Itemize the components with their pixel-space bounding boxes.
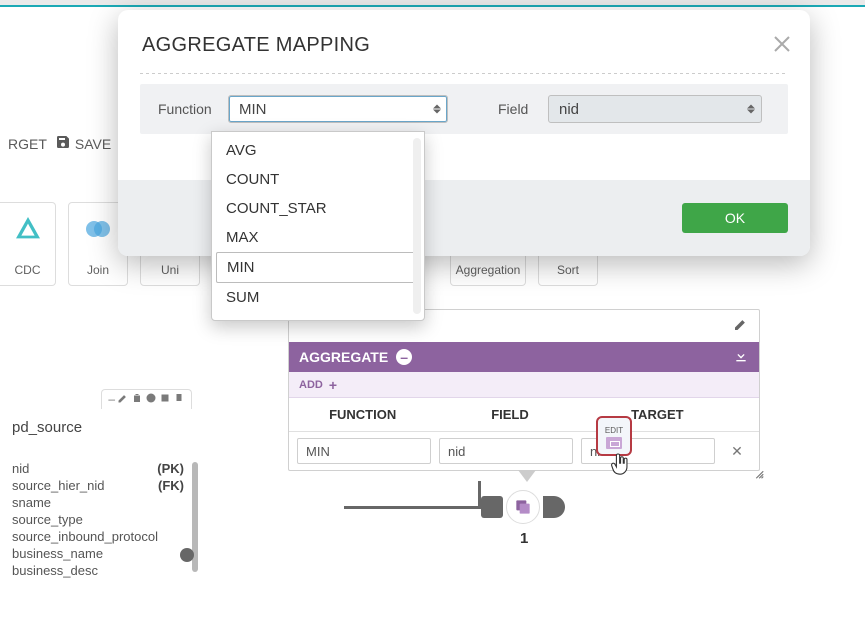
schema-mini-toolbar[interactable]: – [101,389,192,409]
top-accent [0,5,865,7]
toolbar-target-fragment: RGET [8,136,47,152]
modal-title: AGGREGATE MAPPING [118,10,810,67]
col-name: business_name [12,545,103,562]
stage-index: 1 [520,530,528,547]
schema-row: source_inbound_protocol [12,528,184,545]
aggregate-row: ✕ [289,432,759,470]
pencil-icon [733,316,749,337]
field-select[interactable]: nid [548,95,762,123]
save-button[interactable]: SAVE [55,134,111,153]
schema-row: source_type [12,511,184,528]
output-port[interactable] [543,496,565,518]
save-icon [55,134,71,153]
select-caret-icon [433,105,441,114]
function-label: Function [158,101,218,117]
row-field-input[interactable] [439,438,573,464]
dropdown-option[interactable]: COUNT_STAR [216,194,420,223]
aggregate-add-row[interactable]: ADD + [289,372,759,398]
trash-icon [131,392,143,407]
schema-row: business_name [12,545,184,562]
mode-icon [159,392,171,407]
modal-form-row: Function MIN Field nid [140,84,788,134]
tile-aggregation-label: Aggregation [456,263,521,277]
col-function: FUNCTION [289,407,436,422]
download-icon[interactable] [733,348,749,367]
select-caret-icon [747,105,755,114]
flow-connector: 1 [338,470,578,560]
aggregate-table-header: FUNCTION FIELD TARGET [289,398,759,432]
dropdown-option[interactable]: COUNT [216,165,420,194]
stage-node[interactable] [506,490,540,524]
anchor-icon [518,470,536,482]
col-key: (FK) [158,477,184,494]
field-select-value: nid [559,101,579,118]
aggregate-header: AGGREGATE – [289,342,759,372]
aggregate-node: AGGREGATE – ADD + FUNCTION FIELD TARGET … [288,309,760,471]
schema-row: source_hier_nid (FK) [12,477,184,494]
dropdown-option[interactable]: AVG [216,136,420,165]
row-delete-button[interactable]: ✕ [723,443,751,460]
col-name: source_hier_nid [12,477,105,494]
tile-cdc[interactable]: CDC [0,202,56,286]
dropdown-scrollbar[interactable] [413,138,421,314]
copy-icon [173,392,185,407]
edit-glyph-icon [606,437,622,449]
pencil-icon [117,392,129,407]
dropdown-option[interactable]: SUM [216,283,420,312]
function-dropdown[interactable]: AVG COUNT COUNT_STAR MAX MIN SUM [211,131,425,321]
col-key: (PK) [157,460,184,477]
dropdown-list: AVG COUNT COUNT_STAR MAX MIN SUM [212,132,424,316]
edge [344,506,478,509]
function-select[interactable]: MIN [228,95,448,123]
field-label: Field [498,101,538,117]
col-field: FIELD [436,407,583,422]
minus-icon: – [108,392,115,407]
schema-output-port[interactable] [180,548,194,562]
ok-button[interactable]: OK [682,203,788,233]
tile-cdc-label: CDC [15,263,41,277]
source-schema-panel: – pd_source nid(PK) source_hier_nid(FK) … [4,409,192,579]
schema-title: pd_source [4,409,192,460]
tile-sort-label: Sort [557,263,579,277]
schema-row: nid (PK) [12,460,184,477]
collapse-icon[interactable]: – [396,349,412,365]
col-name: source_inbound_protocol [12,528,158,545]
function-select-value: MIN [239,101,267,118]
edit-tooltip-label: EDIT [605,426,623,435]
col-name: business_desc [12,562,98,579]
close-icon [770,32,794,56]
col-name: source_type [12,511,83,528]
aggregate-title: AGGREGATE [299,349,388,365]
row-function-input[interactable] [297,438,431,464]
tile-union-label: Uni [161,263,179,277]
cursor-hand-icon [610,452,632,478]
info-icon [145,392,157,407]
plus-icon: + [329,377,337,393]
col-name: nid [12,460,29,477]
resize-handle-icon[interactable] [751,466,765,480]
page-toolbar: RGET SAVE [0,120,119,167]
input-port[interactable] [481,496,503,518]
save-label: SAVE [75,136,111,152]
dropdown-option-selected[interactable]: MIN [216,252,420,283]
tile-join-label: Join [87,263,109,277]
schema-row: business_desc [12,562,184,579]
modal-close-button[interactable] [770,32,794,56]
schema-columns-list: nid (PK) source_hier_nid (FK) sname source… [4,460,192,579]
schema-row: sname [12,494,184,511]
edit-tooltip[interactable]: EDIT [596,416,632,456]
add-label: ADD [299,379,323,391]
modal-separator [140,73,788,74]
col-name: sname [12,494,51,511]
dropdown-option[interactable]: MAX [216,223,420,252]
cdc-icon [12,209,44,249]
join-icon [82,209,114,249]
stack-icon [513,497,533,517]
